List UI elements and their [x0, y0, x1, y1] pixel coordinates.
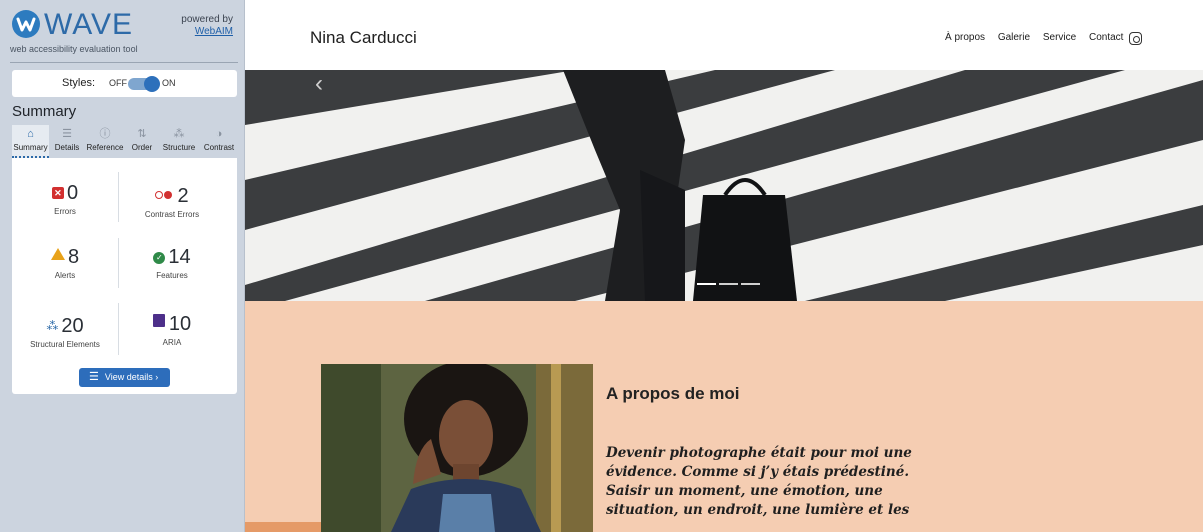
about-title: A propos de moi: [606, 384, 740, 403]
portrait-photo: [321, 364, 593, 532]
features-count: 14: [168, 246, 191, 268]
nav-link-apropos[interactable]: À propos: [945, 32, 985, 43]
summary-card: ✕ 0 Errors 2 Contrast Errors 8 Alerts ✓ 14…: [12, 158, 237, 394]
styles-toggle[interactable]: [128, 76, 160, 92]
order-icon: ⇅: [137, 128, 147, 140]
nav-link-service[interactable]: Service: [1043, 32, 1076, 43]
styles-on-label: ON: [162, 78, 176, 88]
contrast-icon: ◑: [215, 128, 223, 140]
webaim-link[interactable]: WebAIM: [195, 26, 233, 37]
contrast-error-icon: [155, 182, 173, 204]
powered-by: powered by WebAIM: [181, 14, 233, 38]
aria-label: ARIA: [162, 338, 182, 347]
tab-contrast[interactable]: ◑ Contrast: [201, 125, 237, 158]
wave-logo-icon: [12, 10, 40, 38]
nav-link-contact[interactable]: Contact: [1089, 32, 1123, 43]
styles-label: Styles:: [62, 77, 96, 89]
tab-details[interactable]: ☰ Details: [50, 125, 84, 158]
wave-logo-text: WAVE: [44, 8, 134, 41]
info-icon: ⓘ: [99, 128, 111, 140]
alerts-label: Alerts: [54, 271, 76, 280]
view-details-label: View details ›: [104, 372, 159, 382]
site-brand[interactable]: Nina Carducci: [310, 28, 417, 48]
tab-order[interactable]: ⇅ Order: [127, 125, 157, 158]
carousel-indicator-1[interactable]: [697, 283, 716, 285]
carousel-indicator-3[interactable]: [741, 283, 760, 285]
wave-header: WAVE web accessibility evaluation tool p…: [0, 0, 245, 62]
feature-check-icon: ✓: [153, 252, 166, 264]
instagram-icon[interactable]: [1129, 32, 1142, 45]
wave-tabs: ⌂ Summary ☰ Details ⓘ Reference ⇅ Order …: [12, 125, 237, 158]
powered-by-text: powered by: [181, 14, 233, 25]
crosswalk-photo: [245, 70, 1203, 301]
contrast-errors-label: Contrast Errors: [144, 210, 200, 219]
list-icon: ☰: [89, 371, 99, 383]
site-nav: À propos Galerie Service Contact: [945, 32, 1133, 43]
toggle-knob: [144, 76, 160, 92]
alerts-count: 8: [67, 246, 80, 268]
view-details-button[interactable]: ☰ View details ›: [79, 368, 170, 387]
wave-sidebar: WAVE web accessibility evaluation tool p…: [0, 0, 245, 532]
errors-count: 0: [66, 182, 79, 204]
styles-off-label: OFF: [109, 78, 127, 88]
about-text: Devenir photographe était pour moi une é…: [606, 445, 912, 518]
tab-reference[interactable]: ⓘ Reference: [85, 125, 125, 158]
list-icon: ☰: [62, 128, 72, 140]
wave-subtitle: web accessibility evaluation tool: [10, 44, 138, 54]
structure-icon: ⁂: [173, 128, 185, 140]
site-header: Nina Carducci À propos Galerie Service C…: [245, 0, 1203, 70]
website-viewport: Nina Carducci À propos Galerie Service C…: [245, 0, 1203, 532]
stat-contrast-errors[interactable]: 2 Contrast Errors: [119, 182, 225, 219]
structural-count: 20: [61, 315, 84, 337]
stat-alerts[interactable]: 8 Alerts: [12, 246, 118, 280]
stat-features[interactable]: ✓ 14 Features: [119, 246, 225, 280]
styles-toggle-box: Styles: OFF ON: [12, 70, 237, 97]
aria-count: 10: [168, 313, 192, 335]
panel-title: Summary: [12, 103, 77, 120]
carousel-prev-icon[interactable]: ‹: [315, 70, 323, 98]
stat-aria[interactable]: 10 ARIA: [119, 313, 225, 347]
header-divider: [10, 62, 238, 63]
accent-strip: [245, 522, 321, 532]
tab-summary[interactable]: ⌂ Summary: [12, 125, 49, 158]
contrast-errors-count: 2: [177, 185, 189, 207]
structure-icon: ⁂: [46, 319, 59, 333]
errors-label: Errors: [54, 207, 76, 216]
tab-structure[interactable]: ⁂ Structure: [158, 125, 200, 158]
features-label: Features: [156, 271, 188, 280]
error-icon: ✕: [51, 187, 64, 199]
structural-label: Structural Elements: [30, 340, 100, 349]
stat-structural[interactable]: ⁂ 20 Structural Elements: [12, 315, 118, 349]
home-icon: ⌂: [27, 128, 34, 140]
about-section: A propos de moi Devenir photographe étai…: [245, 301, 1203, 532]
hero-carousel: ‹: [245, 70, 1203, 301]
alert-icon: [50, 248, 65, 260]
aria-icon: [152, 314, 165, 327]
stat-errors[interactable]: ✕ 0 Errors: [12, 182, 118, 216]
nav-link-galerie[interactable]: Galerie: [998, 32, 1030, 43]
carousel-indicator-2[interactable]: [719, 283, 738, 285]
